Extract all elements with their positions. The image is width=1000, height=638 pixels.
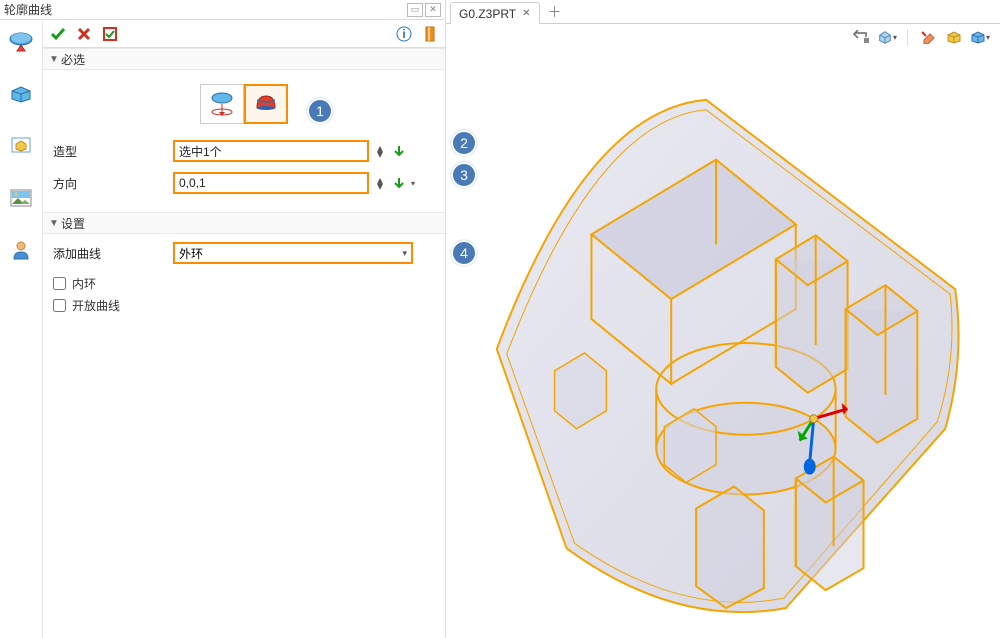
section-settings-title: 设置 [61,215,85,232]
field-shape-value[interactable]: 选中1个 [179,143,363,160]
cancel-button[interactable] [73,23,95,45]
direction-dropdown-icon[interactable]: ▾ [411,179,419,188]
section-required-title: 必选 [61,51,85,68]
check-inner-row: 内环 [53,272,435,294]
section-settings-header[interactable]: ▼ 设置 [43,212,445,234]
shape-pick-icon[interactable] [391,143,407,159]
check-open-row: 开放曲线 [53,294,435,316]
viewport-toolbar: ▾ ▾ [446,24,1000,50]
field-addcurve-select[interactable]: 外环 ▾ [173,242,413,264]
panel-title: 轮廓曲线 [4,1,405,18]
check-inner[interactable] [53,277,66,290]
tab-add-button[interactable]: ＋ [540,1,570,23]
annotation-4: 4 [451,240,477,266]
type-option-projection[interactable] [200,84,244,124]
tab-document[interactable]: G0.Z3PRT ✕ [450,2,540,24]
field-shape: 造型 选中1个 ▴▾ [53,138,435,164]
check-inner-label: 内环 [72,275,96,292]
annotation-1: 1 [307,98,333,124]
toolbar-separator [907,29,908,45]
solid-icon[interactable] [944,27,964,47]
field-direction-input[interactable] [179,176,363,190]
form-toolbar: i [43,20,445,48]
type-selector-row: 1 [53,84,435,124]
help-button[interactable] [419,23,441,45]
section-required-header[interactable]: ▼ 必选 [43,48,445,70]
collapse-arrow-icon: ▼ [49,54,61,65]
right-panel: G0.Z3PRT ✕ ＋ ▾ ▾ [446,0,1000,638]
package-icon[interactable] [7,132,35,160]
field-direction: 方向 ▴▾ ▾ [53,170,435,196]
home-view-icon[interactable] [851,27,871,47]
section-required-body: 1 造型 选中1个 ▴▾ 2 方向 [43,70,445,212]
model-render [446,50,1000,638]
minimize-button[interactable]: ▭ [407,3,423,17]
side-icon-bar [0,20,42,638]
close-panel-button[interactable]: ✕ [425,3,441,17]
check-open-label: 开放曲线 [72,297,120,314]
erase-icon[interactable] [918,27,938,47]
image-icon[interactable] [7,184,35,212]
tab-close-icon[interactable]: ✕ [522,8,530,19]
annotation-2: 2 [451,130,477,156]
panel-title-bar: 轮廓曲线 ▭ ✕ [0,0,445,20]
section-settings-body: 添加曲线 外环 ▾ 4 内环 开放曲线 [43,234,445,326]
field-addcurve-value: 外环 [179,245,203,262]
left-panel: 轮廓曲线 ▭ ✕ [0,0,446,638]
direction-pick-icon[interactable] [391,175,407,191]
shape-step-buttons[interactable]: ▴▾ [373,142,387,160]
field-addcurve: 添加曲线 外环 ▾ [53,240,435,266]
panel-body: i ▼ 必选 [0,20,445,638]
ok-button[interactable] [47,23,69,45]
tab-label: G0.Z3PRT [459,7,516,21]
dropdown-arrow-icon: ▾ [402,248,407,259]
tabs-bar: G0.Z3PRT ✕ ＋ [446,0,1000,24]
field-direction-label: 方向 [53,175,173,192]
viewport-3d[interactable] [446,50,1000,638]
field-shape-label: 造型 [53,143,173,160]
field-addcurve-label: 添加曲线 [53,245,173,262]
part-icon[interactable] [7,80,35,108]
annotation-3: 3 [451,162,477,188]
type-option-silhouette[interactable] [244,84,288,124]
feature-icon[interactable] [7,28,35,56]
direction-step-buttons[interactable]: ▴▾ [373,174,387,192]
check-open[interactable] [53,299,66,312]
info-button[interactable]: i [393,23,415,45]
cube-icon[interactable]: ▾ [970,27,990,47]
apply-button[interactable] [99,23,121,45]
user-icon[interactable] [7,236,35,264]
svg-text:i: i [402,27,405,41]
main-form: i ▼ 必选 [42,20,445,638]
orient-icon[interactable]: ▾ [877,27,897,47]
collapse-arrow-icon: ▼ [49,218,61,229]
